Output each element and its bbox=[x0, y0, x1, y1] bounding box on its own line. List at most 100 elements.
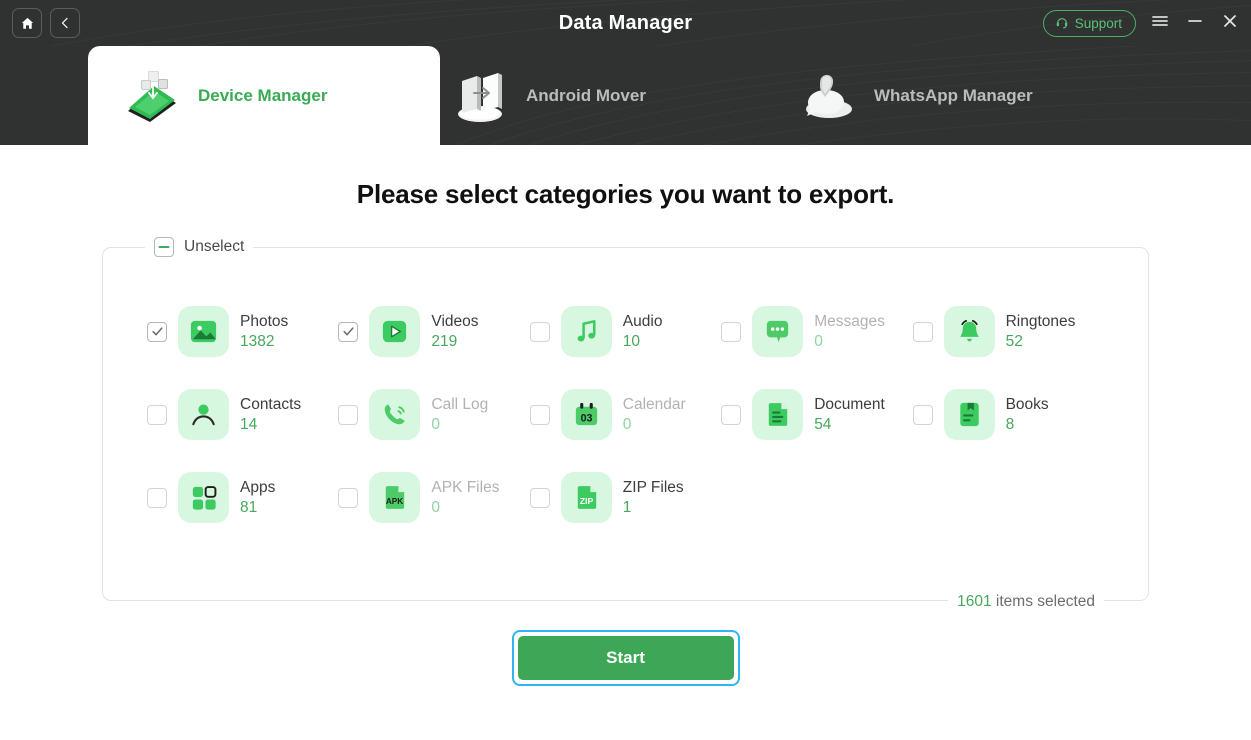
minus-icon bbox=[158, 246, 170, 248]
category-checkbox[interactable] bbox=[529, 404, 550, 425]
category-item-call-log[interactable]: Call Log 0 bbox=[338, 389, 529, 440]
tab-label: WhatsApp Manager bbox=[874, 85, 1033, 105]
category-item-photos[interactable]: Photos 1382 bbox=[147, 306, 338, 357]
svg-text:APK: APK bbox=[386, 497, 403, 506]
category-count: 0 bbox=[431, 498, 441, 516]
category-item-ringtones[interactable]: Ringtones 52 bbox=[912, 306, 1104, 357]
apk-file-icon: APK bbox=[369, 472, 421, 523]
category-name: Videos bbox=[431, 312, 479, 330]
apps-grid-icon bbox=[178, 472, 229, 523]
category-item-messages[interactable]: Messages 0 bbox=[721, 306, 912, 357]
category-item-contacts[interactable]: Contacts 14 bbox=[147, 389, 338, 440]
phone-transfer-icon bbox=[122, 67, 184, 125]
category-count: 8 bbox=[1005, 415, 1015, 433]
category-count: 14 bbox=[240, 415, 258, 433]
chevron-left-icon bbox=[58, 16, 72, 30]
category-text: Ringtones 52 bbox=[1006, 313, 1076, 351]
category-count: 0 bbox=[622, 415, 632, 433]
category-checkbox[interactable] bbox=[912, 404, 933, 425]
check-icon bbox=[151, 327, 163, 336]
category-item-books[interactable]: Books 8 bbox=[912, 389, 1104, 440]
category-count: 1382 bbox=[240, 332, 275, 350]
home-button[interactable] bbox=[12, 8, 42, 38]
close-button[interactable] bbox=[1219, 12, 1241, 34]
document-icon bbox=[752, 389, 804, 440]
category-checkbox[interactable] bbox=[721, 321, 742, 342]
category-checkbox[interactable] bbox=[147, 404, 167, 425]
category-count: 52 bbox=[1005, 332, 1023, 350]
category-item-zip-files[interactable]: ZIP ZIP Files 1 bbox=[529, 472, 721, 523]
folder-transfer-icon bbox=[450, 67, 512, 125]
category-item-videos[interactable]: Videos 219 bbox=[338, 306, 529, 357]
category-text: Contacts 14 bbox=[240, 396, 301, 434]
select-all-label: Unselect bbox=[184, 238, 245, 255]
tab-android-mover[interactable]: Android Mover bbox=[440, 46, 792, 145]
category-item-audio[interactable]: Audio 10 bbox=[529, 306, 721, 357]
category-item-apps[interactable]: Apps 81 bbox=[147, 472, 338, 523]
title-bar: Data Manager Support bbox=[0, 0, 1251, 46]
zip-file-icon: ZIP bbox=[560, 472, 612, 523]
start-row: Start bbox=[0, 630, 1251, 686]
category-text: Apps 81 bbox=[240, 479, 275, 517]
category-checkbox[interactable] bbox=[338, 321, 359, 342]
music-icon bbox=[560, 306, 612, 357]
headline: Please select categories you want to exp… bbox=[356, 179, 895, 209]
category-item-document[interactable]: Document 54 bbox=[721, 389, 912, 440]
category-text: ZIP Files 1 bbox=[623, 479, 684, 517]
category-checkbox[interactable] bbox=[912, 321, 933, 342]
tab-whatsapp-manager[interactable]: WhatsApp Manager bbox=[792, 46, 1122, 145]
minimize-button[interactable] bbox=[1184, 12, 1206, 34]
category-text: Audio 10 bbox=[623, 313, 663, 351]
category-text: Messages 0 bbox=[814, 313, 885, 351]
category-checkbox[interactable] bbox=[338, 487, 359, 508]
photo-icon bbox=[178, 306, 229, 357]
hamburger-menu-icon bbox=[1151, 14, 1169, 33]
calendar-icon: 03 bbox=[560, 389, 612, 440]
home-icon bbox=[20, 16, 35, 31]
category-name: Call Log bbox=[431, 395, 489, 413]
category-count: 10 bbox=[622, 332, 641, 350]
video-icon bbox=[369, 306, 421, 357]
category-checkbox[interactable] bbox=[529, 487, 550, 508]
category-checkbox[interactable] bbox=[338, 404, 359, 425]
tab-strip: Device Manager Android Mover WhatsApp Ma… bbox=[0, 46, 1251, 145]
category-name: Contacts bbox=[240, 395, 302, 413]
category-checkbox[interactable] bbox=[147, 321, 167, 342]
category-count: 54 bbox=[814, 415, 832, 433]
book-icon bbox=[943, 389, 995, 440]
category-checkbox[interactable] bbox=[529, 321, 550, 342]
support-button[interactable]: Support bbox=[1042, 9, 1136, 37]
select-all-toggle[interactable]: Unselect bbox=[145, 237, 253, 257]
phone-call-icon bbox=[369, 389, 421, 440]
back-button[interactable] bbox=[50, 8, 80, 38]
category-checkbox[interactable] bbox=[147, 487, 167, 508]
minimize-icon bbox=[1187, 14, 1203, 33]
category-name: Books bbox=[1005, 395, 1049, 413]
selected-suffix: items selected bbox=[995, 593, 1095, 610]
category-item-apk-files[interactable]: APK APK Files 0 bbox=[338, 472, 529, 523]
category-name: Apps bbox=[240, 478, 276, 496]
bell-icon bbox=[943, 306, 995, 357]
category-count: 219 bbox=[431, 332, 458, 350]
contact-icon bbox=[178, 389, 229, 440]
category-text: Books 8 bbox=[1006, 396, 1049, 434]
category-name: Photos bbox=[240, 312, 289, 330]
category-name: Document bbox=[814, 395, 885, 413]
category-text: Document 54 bbox=[814, 396, 885, 434]
svg-text:03: 03 bbox=[580, 412, 592, 424]
category-item-calendar[interactable]: 03 Calendar 0 bbox=[529, 389, 721, 440]
category-panel-wrap: Unselect Photos 1382 Videos 219 Audio 10… bbox=[0, 237, 1251, 611]
headset-icon bbox=[1055, 15, 1069, 32]
menu-button[interactable] bbox=[1149, 12, 1171, 34]
category-text: Photos 1382 bbox=[240, 313, 288, 351]
tab-device-manager[interactable]: Device Manager bbox=[88, 46, 440, 145]
select-all-checkbox[interactable] bbox=[154, 237, 174, 257]
tab-list: Device Manager Android Mover WhatsApp Ma… bbox=[0, 46, 1251, 145]
category-count: 1 bbox=[622, 498, 632, 516]
whatsapp-chat-icon bbox=[798, 67, 860, 125]
start-button[interactable]: Start bbox=[517, 636, 734, 680]
category-name: APK Files bbox=[431, 478, 500, 496]
category-name: ZIP Files bbox=[622, 478, 684, 496]
category-checkbox[interactable] bbox=[721, 404, 742, 425]
navigation-buttons bbox=[12, 8, 80, 38]
